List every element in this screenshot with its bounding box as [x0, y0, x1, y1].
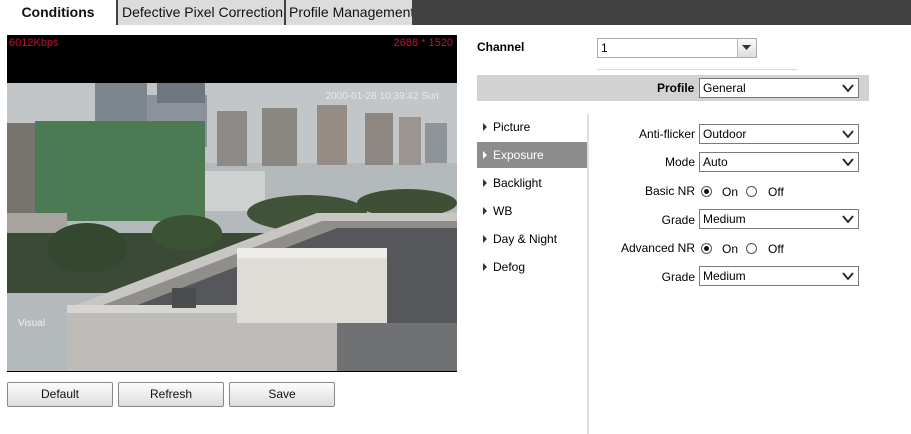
channel-name-overlay: Visual: [18, 318, 46, 329]
menu-item-defog[interactable]: Defog: [477, 254, 587, 280]
profile-select[interactable]: General: [699, 78, 859, 98]
chevron-down-icon: [842, 158, 854, 167]
caret-right-icon: [483, 151, 487, 159]
advanced-grade-label: Grade: [661, 270, 695, 284]
default-button[interactable]: Default: [7, 382, 113, 407]
divider: [597, 69, 797, 70]
advanced-grade-select[interactable]: Medium: [699, 266, 859, 286]
profile-select-value: General: [703, 81, 746, 95]
refresh-button[interactable]: Refresh: [118, 382, 224, 407]
chevron-down-icon: [842, 215, 854, 224]
menu-item-exposure[interactable]: Exposure: [477, 142, 587, 168]
mode-value: Auto: [703, 155, 728, 169]
resolution-overlay: 2688 * 1520: [393, 37, 453, 49]
profile-label: Profile: [657, 81, 695, 95]
caret-right-icon: [483, 123, 487, 131]
timestamp-overlay: 2000-01-28 10:39:42 Sun: [325, 91, 439, 102]
basic-grade-select[interactable]: Medium: [699, 209, 859, 229]
tab-bar: Conditions Defective Pixel Correction Pr…: [0, 0, 911, 25]
basic-nr-on-label: On: [722, 185, 739, 199]
menu-item-backlight[interactable]: Backlight: [477, 170, 587, 196]
basic-grade-value: Medium: [703, 212, 746, 226]
live-video-preview[interactable]: 6012Kbps 2688 * 1520 2000-01-28 10:39:42…: [7, 35, 457, 372]
chevron-down-icon: [737, 39, 756, 57]
caret-right-icon: [483, 179, 487, 187]
caret-right-icon: [483, 263, 487, 271]
channel-select-value: 1: [601, 41, 608, 55]
advanced-nr-on-label: On: [722, 242, 739, 256]
advanced-nr-off-radio[interactable]: [746, 243, 757, 254]
mode-label: Mode: [664, 155, 695, 169]
chevron-down-icon: [842, 130, 854, 139]
channel-select[interactable]: 1: [597, 38, 757, 58]
bitrate-overlay: 6012Kbps: [9, 37, 59, 49]
menu-divider: [587, 114, 589, 434]
tab-profile-management[interactable]: Profile Management: [286, 0, 412, 25]
menu-item-picture[interactable]: Picture: [477, 114, 587, 140]
mode-select[interactable]: Auto: [699, 152, 859, 172]
basic-nr-off-radio[interactable]: [746, 186, 757, 197]
basic-grade-label: Grade: [661, 213, 695, 227]
caret-right-icon: [483, 235, 487, 243]
tab-defective-pixel-correction[interactable]: Defective Pixel Correction: [118, 0, 284, 25]
advanced-nr-on-radio[interactable]: [701, 243, 712, 254]
tab-conditions[interactable]: Conditions: [0, 0, 116, 25]
anti-flicker-label: Anti-flicker: [638, 127, 695, 141]
advanced-nr-off-label: Off: [768, 242, 784, 256]
basic-nr-on-radio[interactable]: [701, 186, 712, 197]
save-button[interactable]: Save: [229, 382, 335, 407]
camera-scene-image: [7, 83, 457, 371]
advanced-nr-label: Advanced NR: [620, 241, 695, 255]
menu-item-day-night[interactable]: Day & Night: [477, 226, 587, 252]
chevron-down-icon: [842, 84, 854, 93]
anti-flicker-select[interactable]: Outdoor: [699, 124, 859, 144]
caret-right-icon: [483, 207, 487, 215]
advanced-grade-value: Medium: [703, 269, 746, 283]
chevron-down-icon: [842, 272, 854, 281]
basic-nr-off-label: Off: [768, 185, 784, 199]
menu-item-wb[interactable]: WB: [477, 198, 587, 224]
basic-nr-label: Basic NR: [644, 184, 695, 198]
channel-label: Channel: [477, 40, 525, 54]
anti-flicker-value: Outdoor: [703, 127, 747, 141]
